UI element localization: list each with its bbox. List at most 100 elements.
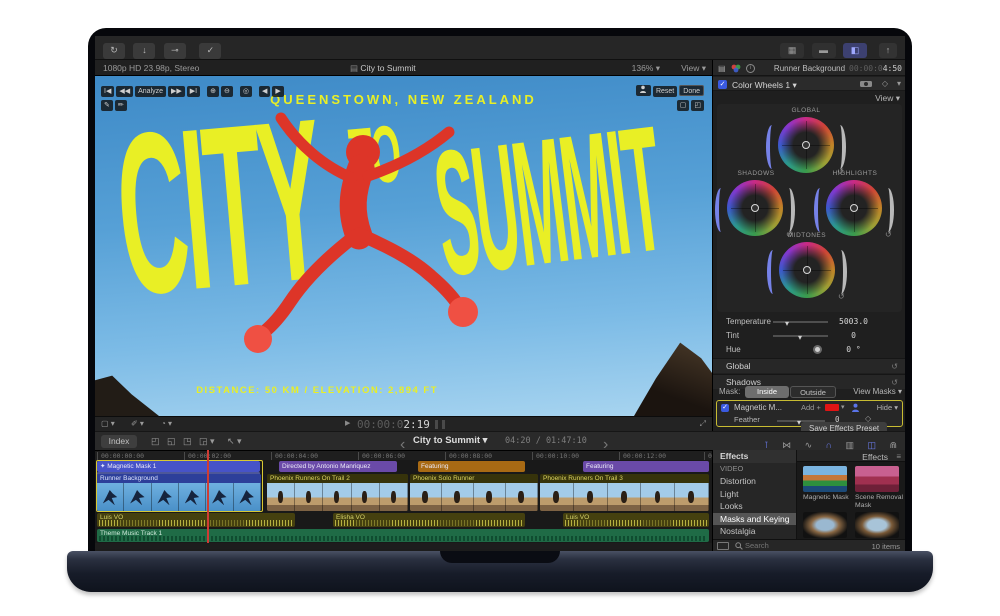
zoom-in-icon[interactable]: ⊕ <box>207 86 219 97</box>
next-frame-icon[interactable]: ▶ <box>272 86 283 97</box>
magnetic-mask-name[interactable]: Magnetic M... <box>734 403 792 412</box>
audio-clip-luis-vo-2[interactable]: Luis VO <box>563 513 709 527</box>
title-clip-directed-by[interactable]: Directed by Antonio Manriquez <box>279 461 397 472</box>
mask-hide-menu[interactable]: Hide ▾ <box>877 403 898 412</box>
arrow-tool-menu[interactable]: ↖ ▾ <box>227 436 242 447</box>
brush-remove-icon[interactable]: ✏ <box>115 100 127 111</box>
category-light[interactable]: Light <box>713 488 796 501</box>
temperature-value[interactable]: 5003.0 <box>831 315 876 328</box>
global-right-arc[interactable] <box>834 125 846 169</box>
category-video[interactable]: VIDEO <box>713 463 796 476</box>
index-button[interactable]: Index <box>101 435 137 448</box>
category-nostalgia[interactable]: Nostalgia <box>713 525 796 538</box>
category-looks[interactable]: Looks <box>713 500 796 513</box>
midtones-right-arc[interactable] <box>835 250 847 294</box>
highlights-left-arc[interactable] <box>814 188 826 232</box>
tint-slider[interactable]: ▾ <box>773 335 828 337</box>
effect-thumb-vignette-mask-2[interactable] <box>855 512 899 538</box>
highlights-reset-icon[interactable]: ↺ <box>885 230 892 239</box>
prev-frame-icon[interactable]: ◀ <box>259 86 270 97</box>
share-icon[interactable]: ↑ <box>879 43 897 58</box>
reset-button[interactable]: Reset <box>653 86 677 97</box>
grid-options-icon[interactable]: ≡ <box>896 452 901 461</box>
snapping-icon[interactable]: ⋒ <box>889 440 897 450</box>
trim-icon[interactable]: ⊺ <box>764 440 769 450</box>
effect-name-menu[interactable]: Color Wheels 1 ▾ <box>732 80 797 91</box>
viewer-zoom-menu[interactable]: 136% ▾ <box>632 63 660 74</box>
mask-outside-button[interactable]: Outside <box>790 386 836 398</box>
forward-button[interactable]: ▶▶ <box>168 86 185 97</box>
keyframe-diamond-icon[interactable]: ◇ <box>882 79 888 88</box>
effects-search-input[interactable] <box>745 541 835 550</box>
global-left-arc[interactable] <box>766 125 778 169</box>
category-distortion[interactable]: Distortion <box>713 475 796 488</box>
effect-enabled-checkbox[interactable]: ✓ <box>718 80 727 89</box>
midtones-color-wheel[interactable] <box>779 242 835 298</box>
timeline-ruler[interactable]: 00:00:00:00 00:00:02:00 00:00:04:00 00:0… <box>95 450 712 460</box>
mask-inside-button[interactable]: Inside <box>745 386 789 398</box>
skimming-icon[interactable]: ◫ <box>867 440 876 450</box>
hue-knob[interactable] <box>813 345 822 354</box>
brush-add-icon[interactable]: ✎ <box>101 100 113 111</box>
wheels-view-menu[interactable]: View ▾ <box>875 93 900 104</box>
timeline-view-icon[interactable]: ▬ <box>812 43 836 58</box>
shadows-right-arc[interactable] <box>783 188 795 232</box>
download-icon[interactable]: ↓ <box>133 43 155 59</box>
midtones-left-arc[interactable] <box>767 250 779 294</box>
view-masks-menu[interactable]: View Masks ▾ <box>853 387 902 396</box>
global-section-reset-icon[interactable]: ↺ <box>891 359 898 374</box>
compare-icon[interactable] <box>860 80 872 90</box>
playhead-line[interactable] <box>207 450 209 543</box>
audio-meter-icon[interactable]: ∿ <box>805 440 813 450</box>
retime-tool-menu[interactable]: ◔ ▾ <box>161 419 172 428</box>
music-clip-theme-track[interactable]: Theme Music Track 1 <box>97 529 709 542</box>
inspector-view-icon[interactable]: ◧ <box>843 43 867 58</box>
draw-tool-menu[interactable]: ✐ ▾ <box>131 419 144 428</box>
mask-overlay-icon[interactable]: ◰ <box>691 100 704 111</box>
highlights-color-wheel[interactable] <box>826 180 882 236</box>
audio-clip-elisha-vo[interactable]: Elisha VO <box>333 513 525 527</box>
global-section-row[interactable]: Global ↺ <box>713 358 905 373</box>
mask-view-icon[interactable]: ▢ <box>677 100 690 111</box>
mask-add-button[interactable]: Add + <box>801 403 821 412</box>
headphones-icon[interactable]: ∩ <box>826 440 832 450</box>
target-icon[interactable]: ◎ <box>240 86 252 97</box>
mask-person-icon[interactable] <box>851 403 860 414</box>
media-import-icon[interactable]: ↻ <box>103 43 125 59</box>
sidebar-toggle-icon[interactable] <box>717 542 729 550</box>
audio-clip-luis-vo-1[interactable]: Luis VO <box>97 513 295 527</box>
solo-icon[interactable]: ▥ <box>846 440 855 450</box>
effect-chevron-icon[interactable]: ▾ <box>897 79 901 88</box>
swatch-chevron-icon[interactable]: ▾ <box>841 403 845 411</box>
video-clip-phoenix-trail-3[interactable]: Phoenix Runners On Trail 3 <box>540 474 709 511</box>
highlights-right-arc[interactable] <box>882 188 894 232</box>
background-tasks-icon[interactable]: ✓ <box>199 43 221 59</box>
viewer-view-menu[interactable]: View ▾ <box>681 63 706 74</box>
midtones-reset-icon[interactable]: ↺ <box>838 292 845 301</box>
analyze-button[interactable]: Analyze <box>135 86 166 97</box>
play-icon[interactable]: ▶ <box>345 419 350 427</box>
color-wheels-effect-row[interactable]: ✓ Color Wheels 1 ▾ ◇ ▾ <box>713 77 905 91</box>
append-clip-icon[interactable]: ◳ <box>183 436 192 447</box>
video-clip-phoenix-solo[interactable]: Phoenix Solo Runner <box>410 474 538 511</box>
go-end-button[interactable]: ▶I <box>187 86 200 97</box>
effect-thumb-vignette-mask-1[interactable] <box>803 512 847 538</box>
timeline-project-menu[interactable]: City to Summit ▾ <box>413 435 487 446</box>
shadows-color-wheel[interactable] <box>727 180 783 236</box>
insert-clip-icon[interactable]: ◱ <box>167 436 176 447</box>
mask-enabled-checkbox[interactable]: ✓ <box>721 404 729 412</box>
temperature-slider[interactable]: ▾ <box>773 321 828 323</box>
connect-clip-icon[interactable]: ◰ <box>151 436 160 447</box>
mask-color-swatch[interactable] <box>825 404 839 411</box>
crop-tool-menu[interactable]: ▢ ▾ <box>101 419 115 428</box>
overwrite-clip-icon[interactable]: ◲ ▾ <box>199 436 215 447</box>
category-masks-and-keying[interactable]: Masks and Keying <box>713 513 796 526</box>
person-add-icon[interactable] <box>636 85 651 96</box>
title-clip-featuring-2[interactable]: Featuring <box>583 461 709 472</box>
zoom-out-icon[interactable]: ⊖ <box>221 86 233 97</box>
global-color-wheel[interactable] <box>778 117 834 173</box>
tint-value[interactable]: 0 <box>831 329 876 342</box>
browser-view-icon[interactable]: ▦ <box>780 43 804 58</box>
title-clip-featuring-1[interactable]: Featuring <box>418 461 525 472</box>
timeline-zoom-icon[interactable]: ⤢ <box>700 419 706 429</box>
